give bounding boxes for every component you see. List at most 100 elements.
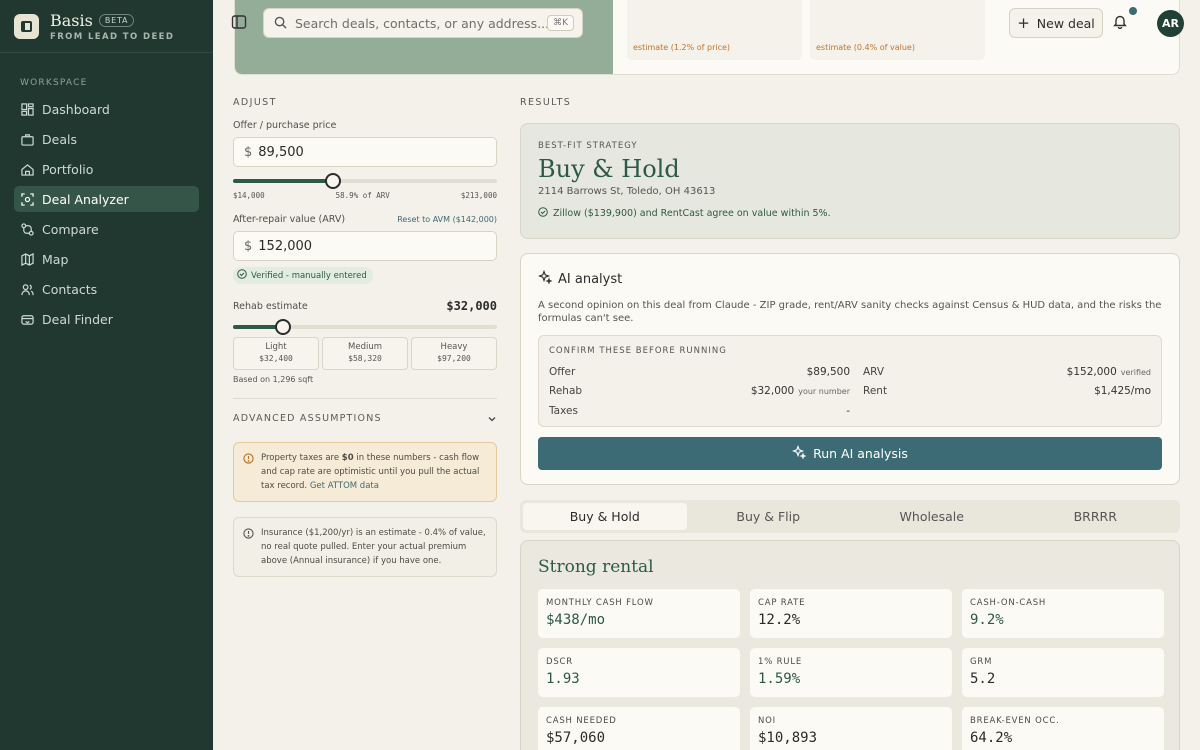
metric-label: BREAK-EVEN OCC. <box>970 716 1060 726</box>
tab-wholesale[interactable]: Wholesale <box>850 503 1014 530</box>
info-circle-icon <box>243 528 254 544</box>
currency-symbol: $ <box>244 238 253 254</box>
deal-finder-icon <box>20 312 34 326</box>
arv-value: 152,000 <box>258 238 313 254</box>
rehab-preset-heavy[interactable]: Heavy $97,200 <box>411 337 497 370</box>
sqft-note: Based on 1,296 sqft <box>233 375 314 384</box>
dashboard-icon <box>20 102 34 116</box>
tax-warning-notice: Property taxes are $0 in these numbers -… <box>233 442 497 502</box>
confirm-row-taxes: Taxes - <box>549 401 850 421</box>
strategy-tabs: Buy & Hold Buy & Flip Wholesale BRRRR <box>520 500 1180 533</box>
analyzer-icon <box>20 192 34 206</box>
offer-input[interactable]: $ 89,500 <box>233 137 497 167</box>
sparkle-icon <box>537 269 553 288</box>
sidebar-item-label: Portfolio <box>42 161 94 177</box>
sidebar-item-portfolio[interactable]: Portfolio <box>14 156 199 182</box>
offer-slider[interactable] <box>233 172 497 189</box>
confirm-row-value: $89,500 <box>806 365 850 378</box>
property-address: 2114 Barrows St, Toledo, OH 43613 <box>538 186 716 197</box>
rehab-slider[interactable] <box>233 318 497 335</box>
brand: Basis BETA FROM LEAD TO DEED <box>0 0 213 53</box>
ai-analyst-title: AI analyst <box>558 271 623 287</box>
new-deal-button[interactable]: + New deal <box>1009 8 1103 38</box>
reset-avm-link[interactable]: Reset to AVM ($142,000) <box>397 215 497 224</box>
metric-label: CASH NEEDED <box>546 716 617 726</box>
offer-slider-thumb[interactable] <box>325 173 342 189</box>
tab-buy-hold[interactable]: Buy & Hold <box>523 503 687 530</box>
sidebar-item-label: Compare <box>42 221 99 237</box>
offer-label: Offer / purchase price <box>233 120 337 131</box>
arv-verified-badge: Verified - manually entered <box>233 267 373 284</box>
run-ai-analysis-button[interactable]: Run AI analysis <box>538 437 1162 470</box>
search-shortcut: ⌘K <box>547 15 574 31</box>
sidebar: Basis BETA FROM LEAD TO DEED WORKSPACE D… <box>0 0 213 750</box>
offer-value: 89,500 <box>258 144 304 160</box>
metrics-card: Strong rental MONTHLY CASH FLOW $438/mo C… <box>520 540 1180 750</box>
rehab-preset-medium[interactable]: Medium $58,320 <box>322 337 408 370</box>
sidebar-item-deals[interactable]: Deals <box>14 126 199 152</box>
confirm-row-value: $1,425/mo <box>1094 385 1151 398</box>
compare-icon <box>20 222 34 236</box>
estimate-note-insurance: estimate (0.4% of value) <box>810 0 985 60</box>
check-circle-icon <box>538 207 548 220</box>
preset-value: $32,400 <box>259 354 293 363</box>
arv-label: After-repair value (ARV) <box>233 214 346 225</box>
tab-buy-flip[interactable]: Buy & Flip <box>687 503 851 530</box>
preset-name: Heavy <box>440 342 468 352</box>
arv-input[interactable]: $ 152,000 <box>233 231 497 261</box>
beta-badge: BETA <box>98 13 135 27</box>
metric-value: 9.2% <box>970 612 1004 628</box>
rehab-slider-thumb[interactable] <box>275 319 292 335</box>
rehab-value: $32,000 <box>446 299 497 313</box>
search-input[interactable]: Search deals, contacts, or any address..… <box>263 8 583 38</box>
estimate-note-tax: estimate (1.2% of price) <box>627 0 802 60</box>
brand-tagline: FROM LEAD TO DEED <box>50 31 175 42</box>
alert-circle-icon <box>243 453 254 469</box>
run-ai-analysis-label: Run AI analysis <box>813 446 908 461</box>
insurance-notice-text: Insurance ($1,200/yr) is an estimate - 0… <box>261 528 486 566</box>
metric-label: CASH-ON-CASH <box>970 598 1047 608</box>
sidebar-item-deal-analyzer[interactable]: Deal Analyzer <box>14 186 199 212</box>
sidebar-item-compare[interactable]: Compare <box>14 216 199 242</box>
results-section-label: RESULTS <box>520 97 572 108</box>
confirm-row-value: $32,000 <box>750 385 795 398</box>
sidebar-item-deal-finder[interactable]: Deal Finder <box>14 306 199 332</box>
rehab-preset-light[interactable]: Light $32,400 <box>233 337 319 370</box>
sidebar-item-map[interactable]: Map <box>14 246 199 272</box>
brand-name: Basis <box>50 10 93 30</box>
offer-min-label: $14,000 <box>233 191 265 200</box>
preset-name: Light <box>265 342 287 352</box>
metric-label: GRM <box>970 657 993 667</box>
divider <box>233 398 497 399</box>
ai-analyst-card: AI analyst A second opinion on this deal… <box>520 253 1180 485</box>
insurance-info-notice: Insurance ($1,200/yr) is an estimate - 0… <box>233 517 497 577</box>
tax-notice-amount: $0 <box>341 453 354 463</box>
metric-dscr: DSCR 1.93 <box>538 648 740 697</box>
new-deal-label: New deal <box>1036 15 1095 31</box>
preset-value: $58,320 <box>348 354 382 363</box>
avm-agreement-note: Zillow ($139,900) and RentCast agree on … <box>538 207 1162 220</box>
avatar[interactable]: AR <box>1157 10 1184 37</box>
confirm-row-label: Rent <box>863 385 888 398</box>
get-attom-data-link[interactable]: Get ATTOM data <box>310 481 379 491</box>
metric-value: 12.2% <box>758 612 801 628</box>
brand-logo-icon[interactable] <box>14 13 39 39</box>
metric-value: 5.2 <box>970 671 996 687</box>
tab-brrrr[interactable]: BRRRR <box>1014 503 1178 530</box>
sidebar-item-contacts[interactable]: Contacts <box>14 276 199 302</box>
best-fit-label: BEST-FIT STRATEGY <box>538 141 638 151</box>
metrics-verdict-title: Strong rental <box>538 557 654 577</box>
ai-analyst-description: A second opinion on this deal from Claud… <box>538 300 1162 324</box>
sidebar-toggle-icon[interactable] <box>231 14 247 30</box>
sidebar-item-dashboard[interactable]: Dashboard <box>14 96 199 122</box>
confirm-row-note: verified <box>1120 367 1151 377</box>
confirm-row-arv: ARV $152,000 verified <box>863 362 1151 382</box>
bell-icon[interactable] <box>1113 14 1129 30</box>
tax-notice-text: Property taxes are <box>261 453 342 463</box>
metric-monthly-cash-flow: MONTHLY CASH FLOW $438/mo <box>538 589 740 638</box>
metrics-grid: MONTHLY CASH FLOW $438/mo CAP RATE 12.2% C… <box>538 589 1164 750</box>
sidebar-item-label: Map <box>42 251 69 267</box>
advanced-assumptions-toggle[interactable]: ADVANCED ASSUMPTIONS <box>233 409 497 428</box>
confirm-row-offer: Offer $89,500 <box>549 362 850 382</box>
metric-value: 1.59% <box>758 671 801 687</box>
